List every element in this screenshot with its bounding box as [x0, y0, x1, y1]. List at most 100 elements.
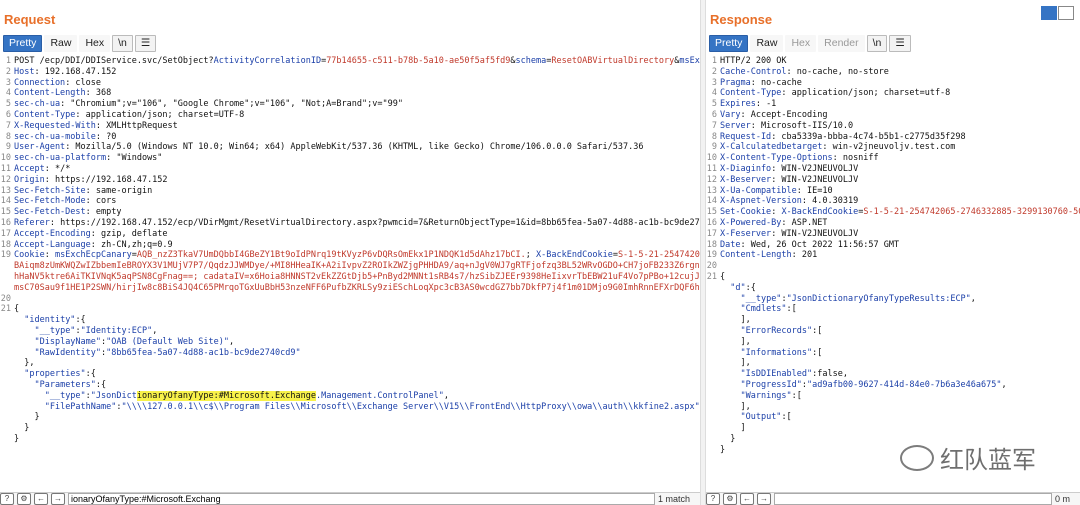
line-text: "__type":"Identity:ECP",	[14, 326, 157, 337]
menu-icon[interactable]: ☰	[889, 35, 911, 52]
code-line: "ProgressId":"ad9afb00-9627-414d-84e0-7b…	[706, 380, 1080, 391]
code-token: Server	[720, 120, 751, 131]
code-line: 20	[706, 261, 1080, 272]
newline-toggle-button[interactable]: \n	[866, 35, 888, 52]
code-line: 6 Vary: Accept-Encoding	[706, 110, 1080, 121]
line-number: 8	[5, 131, 11, 142]
line-number: 8	[711, 131, 717, 142]
tab-raw[interactable]: Raw	[750, 35, 784, 52]
code-token: X-Powered-By	[720, 217, 782, 228]
line-text: }	[720, 434, 735, 445]
right-arrow-icon[interactable]: →	[757, 493, 771, 505]
line-number: 2	[5, 66, 11, 77]
line-number	[706, 315, 720, 326]
wechat-icon	[900, 444, 934, 471]
code-token: ,	[970, 293, 976, 304]
code-line: },	[0, 358, 700, 369]
watermark: 红队蓝军	[900, 440, 1036, 475]
help-icon[interactable]: ?	[0, 493, 14, 505]
code-token: "JsonDictionaryOfanyTypeResults:ECP"	[786, 293, 971, 304]
line-text: "IsDDIEnabled":false,	[720, 369, 847, 380]
line-text: },	[14, 358, 34, 369]
code-line: 10 sec-ch-ua-platform: "Windows"	[0, 153, 700, 164]
line-text: Cache-Control: no-cache, no-store	[720, 67, 889, 78]
code-line: 2 Host: 192.168.47.152	[0, 67, 700, 78]
code-token: }	[14, 412, 40, 423]
code-token: Accept	[14, 163, 45, 174]
line-number: 14	[0, 196, 11, 207]
code-token: Connection	[14, 77, 66, 88]
line-number	[706, 337, 720, 348]
code-token: Expires	[720, 99, 756, 110]
tab-hex[interactable]: Hex	[785, 35, 817, 52]
code-token: :	[44, 250, 55, 261]
code-line: 21{	[0, 304, 700, 315]
code-token: : */*	[44, 163, 71, 174]
code-token: "ErrorRecords"	[740, 325, 813, 336]
menu-icon[interactable]: ☰	[134, 35, 157, 52]
code-line: 8 Request-Id: cba5339a-bbba-4c74-b5b1-c27…	[706, 132, 1080, 143]
code-token: : Accept-Encoding	[740, 109, 828, 120]
code-token: X-Calculatedbetarget	[720, 142, 823, 153]
line-number	[0, 261, 14, 272]
request-editor[interactable]: 1 POST /ecp/DDI/DDIService.svc/SetObject?…	[0, 56, 700, 445]
search-input[interactable]	[774, 493, 1052, 505]
code-token: Referer	[14, 217, 50, 228]
code-line: "identity":{	[0, 315, 700, 326]
tab-pretty[interactable]: Pretty	[709, 35, 749, 52]
line-number	[0, 369, 14, 380]
code-token: Content-Type	[720, 88, 782, 99]
code-token: : no-cache, no-store	[786, 66, 889, 77]
code-token: Accept-Encoding	[14, 228, 91, 239]
newline-toggle-button[interactable]: \n	[112, 35, 133, 52]
code-line: }	[0, 434, 700, 445]
response-search-bar: ? ⚙ ← → 0 m	[706, 492, 1080, 505]
left-arrow-icon[interactable]: ←	[740, 493, 754, 505]
left-arrow-icon[interactable]: ←	[34, 493, 48, 505]
line-text: Request-Id: cba5339a-bbba-4c74-b5b1-c277…	[720, 132, 966, 143]
line-text: Content-Type: application/json; charset=…	[14, 110, 244, 121]
code-token: BAiqm8zUmKWQZwIZbbemIeBROYX3V1MUjV7P7/Qq…	[14, 261, 700, 272]
tab-pretty[interactable]: Pretty	[3, 35, 43, 52]
tab-raw[interactable]: Raw	[44, 35, 78, 52]
single-layout-icon[interactable]	[1058, 6, 1074, 20]
line-text: "DisplayName":"OAB (Default Web Site)",	[14, 337, 234, 348]
gear-icon[interactable]: ⚙	[723, 493, 737, 505]
line-number: 16	[0, 217, 11, 228]
line-number: 5	[5, 99, 11, 110]
code-token: "DisplayName"	[34, 336, 102, 347]
code-token: : "Windows"	[106, 153, 163, 164]
line-text: Accept: */*	[14, 164, 70, 175]
code-token: "IsDDIEnabled"	[740, 369, 813, 380]
code-token: X-BackEndCookie	[781, 207, 859, 218]
code-token: : https://192.168.47.152	[44, 174, 168, 185]
line-number: 4	[711, 88, 717, 99]
line-number	[706, 358, 720, 369]
line-number: 3	[711, 77, 717, 88]
help-icon[interactable]: ?	[706, 493, 720, 505]
response-editor[interactable]: 1 HTTP/2 200 OK 2 Cache-Control: no-cache, …	[706, 56, 1080, 455]
line-text: "RawIdentity":"8bb65fea-5a07-4d88-ac1b-b…	[14, 348, 300, 359]
tab-render[interactable]: Render	[818, 35, 865, 52]
code-line: }	[0, 423, 700, 434]
code-line: "Parameters":{	[0, 380, 700, 391]
code-line: BAiqm8zUmKWQZwIZbbemIeBROYX3V1MUjV7P7/Qq…	[0, 261, 700, 272]
code-line: "Cmdlets":[	[706, 304, 1080, 315]
code-token: ;	[525, 250, 537, 261]
split-layout-icon[interactable]	[1041, 6, 1057, 20]
code-line: 19 Content-Length: 201	[706, 250, 1080, 261]
code-token: : 4.0.30319	[801, 196, 859, 207]
line-text: Content-Length: 368	[14, 88, 111, 99]
gear-icon[interactable]: ⚙	[17, 493, 31, 505]
search-input[interactable]: ionaryOfanyType:#Microsoft.Exchang	[68, 493, 655, 505]
right-arrow-icon[interactable]: →	[51, 493, 65, 505]
tab-hex[interactable]: Hex	[79, 35, 111, 52]
line-number	[0, 423, 14, 434]
code-line: ],	[706, 315, 1080, 326]
line-text: Expires: -1	[720, 99, 776, 110]
